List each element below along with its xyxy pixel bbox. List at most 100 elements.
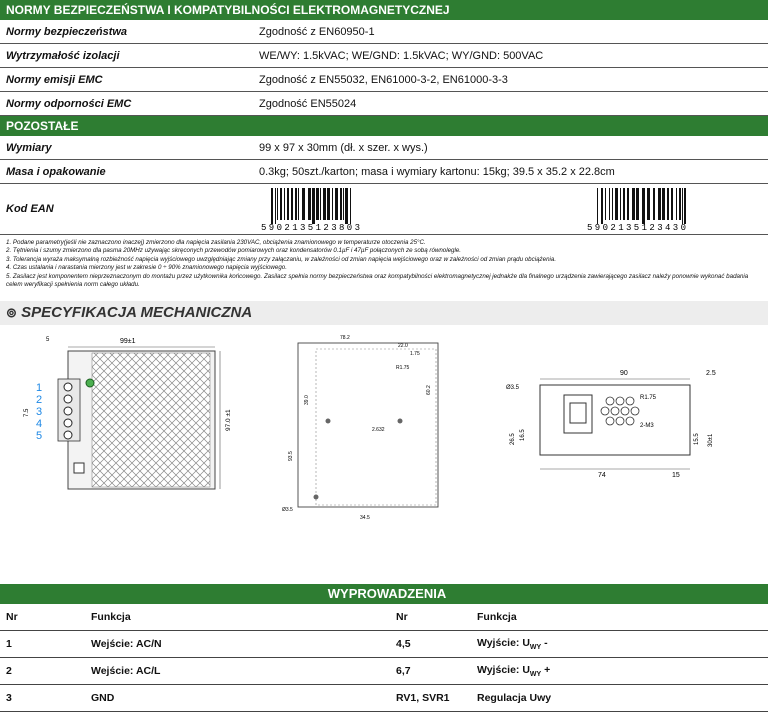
dim-b: 22.0 — [398, 343, 408, 349]
row-value: Zgodność EN55024 — [253, 91, 768, 116]
dim-k: 15 — [672, 472, 680, 479]
row-key: Normy odporności EMC — [0, 91, 253, 116]
pin-function: Regulacja Uwy — [471, 684, 768, 712]
pin-function: Wyjście: UWY - — [471, 630, 768, 658]
dim-g: 16.5 — [520, 429, 526, 441]
col-header: Funkcja — [85, 604, 390, 631]
dim-d: R1.75 — [396, 365, 410, 371]
pin-function: Wejście: AC/L — [85, 657, 390, 685]
ean-digits: 5902135123430 — [587, 223, 688, 232]
pin-nr: RV1, SVR1 — [390, 684, 471, 712]
row-value: Zgodność z EN60950-1 — [253, 20, 768, 44]
terminal-label: 3 — [36, 406, 42, 418]
terminal-label: 4 — [36, 418, 42, 430]
fn-suffix: - — [541, 636, 548, 649]
ean-digits: 5902135123803 — [261, 223, 362, 232]
dim-f: 39.0 — [304, 395, 310, 405]
pin-nr: 4,5 — [390, 630, 471, 658]
footnote: 4. Czas ustalania i narastania mierzony … — [6, 264, 287, 272]
table-row: 1 Wejście: AC/N 4,5 Wyjście: UWY - — [0, 630, 768, 658]
side-view-drawing: 90 2.5 R1.75 2-M3 Ø3.5 26.5 16.5 15.5 30… — [506, 370, 716, 479]
safety-table: Normy bezpieczeństwa Zgodność z EN60950-1… — [0, 20, 768, 116]
dim-g: 93.5 — [288, 451, 294, 461]
row-key: Normy emisji EMC — [0, 67, 253, 92]
terminal-label: 2 — [36, 394, 42, 406]
footnote: 1. Podane parametry(jeśli nie zaznaczono… — [6, 239, 426, 246]
other-table: Wymiary 99 x 97 x 30mm (dł. x szer. x wys… — [0, 136, 768, 235]
fn-sub: WY — [529, 644, 542, 652]
row-key: Wymiary — [0, 136, 253, 160]
table-row: Normy odporności EMC Zgodność EN55024 — [0, 91, 768, 116]
table-row: Normy bezpieczeństwa Zgodność z EN60950-1 — [0, 20, 768, 44]
dim-i: 30±1 — [708, 433, 714, 447]
row-key: Normy bezpieczeństwa — [0, 20, 253, 44]
ean-label: Kod EAN — [0, 183, 253, 235]
dim-h: 2.632 — [372, 427, 385, 433]
row-value: Zgodność z EN55032, EN61000-3-2, EN61000… — [253, 67, 768, 92]
table-row: 2 Wejście: AC/L 6,7 Wyjście: UWY + — [0, 657, 768, 685]
dim-c: 1.75 — [410, 351, 420, 357]
dim-e: 60.2 — [426, 385, 432, 395]
pin-function: GND — [85, 684, 390, 712]
other-section: POZOSTAŁE Wymiary 99 x 97 x 30mm (dł. x s… — [0, 116, 768, 235]
pinout-table: Nr Funkcja Nr Funkcja 1 Wejście: AC/N 4,… — [0, 604, 768, 712]
barcode-1: 5902135123803 — [261, 188, 362, 232]
pin-function: Wyjście: UWY + — [471, 657, 768, 685]
front-view-drawing: 99±1 5 1 2 3 4 5 7.5 97.0 ±1 — [24, 337, 232, 490]
gear-icon: ⊚ — [6, 305, 17, 320]
dim-height: 97.0 ±1 — [225, 409, 232, 431]
pin-nr: 3 — [0, 684, 85, 712]
dim-d: R1.75 — [640, 395, 657, 401]
dim-side: 7.5 — [24, 408, 30, 417]
footnote: 2. Tętnienia i szumy zmierzono dla pasma… — [6, 247, 462, 255]
fn-sub: WY — [529, 671, 542, 679]
dim-c: Ø3.5 — [506, 385, 520, 391]
pin-function: Wejście: AC/N — [85, 630, 390, 658]
row-value: 0.3kg; 50szt./karton; masa i wymiary kar… — [253, 159, 768, 184]
dim-width: 99±1 — [120, 338, 136, 345]
pin-nr: 6,7 — [390, 657, 471, 685]
col-header: Funkcja — [471, 604, 768, 631]
row-key: Wytrzymałość izolacji — [0, 43, 253, 68]
other-section-title: POZOSTAŁE — [0, 116, 768, 136]
pin-nr: 2 — [0, 657, 85, 685]
fn-text: Wyjście: U — [477, 663, 530, 676]
dim-j: 74 — [598, 472, 606, 479]
dim-a: 90 — [620, 370, 628, 377]
terminal-label: 5 — [36, 430, 42, 442]
table-row: Masa i opakowanie 0.3kg; 50szt./karton; m… — [0, 159, 768, 184]
pinout-section: WYPROWADZENIA Nr Funkcja Nr Funkcja 1 We… — [0, 584, 768, 712]
mech-title: SPECYFIKACJA MECHANICZNA — [21, 304, 253, 321]
row-key: Masa i opakowanie — [0, 159, 253, 184]
table-header-row: Nr Funkcja Nr Funkcja — [0, 604, 768, 631]
barcode-2: 5902135123430 — [587, 188, 688, 232]
dim-a: 78.2 — [340, 335, 350, 341]
footnote: 3. Tolerancja wyraża maksymalną rozbieżn… — [6, 255, 557, 263]
mechanical-drawings: 99±1 5 1 2 3 4 5 7.5 97.0 ±1 78.2 22.0 1… — [0, 325, 768, 533]
table-row: Wymiary 99 x 97 x 30mm (dł. x szer. x wys… — [0, 136, 768, 160]
pin-nr: 1 — [0, 630, 85, 658]
mech-header: ⊚ SPECYFIKACJA MECHANICZNA — [0, 301, 768, 325]
safety-section: NORMY BEZPIECZEŃSTWA I KOMPATYBILNOŚCI E… — [0, 0, 768, 116]
table-row: 3 GND RV1, SVR1 Regulacja Uwy — [0, 684, 768, 712]
fn-text: Wyjście: U — [477, 636, 530, 649]
dim-h: 15.5 — [694, 433, 700, 445]
dim-f: 26.5 — [510, 433, 516, 445]
table-row: Kod EAN 5902135123803 5902135123430 — [0, 183, 768, 235]
footnotes: 1. Podane parametry(jeśli nie zaznaczono… — [0, 235, 768, 301]
dim-i: 34.5 — [360, 515, 370, 521]
row-value: WE/WY: 1.5kVAC; WE/GND: 1.5kVAC; WY/GND:… — [253, 43, 768, 68]
terminal-label: 1 — [36, 382, 42, 394]
footnote: 5. Zasilacz jest komponentem nieprzeznac… — [6, 272, 749, 289]
table-row: Wytrzymałość izolacji WE/WY: 1.5kVAC; WE/… — [0, 43, 768, 68]
dim-b: 2.5 — [706, 370, 716, 377]
row-value: 99 x 97 x 30mm (dł. x szer. x wys.) — [253, 136, 768, 160]
dim-top: 5 — [46, 337, 50, 343]
pinout-title: WYPROWADZENIA — [0, 584, 768, 604]
col-header: Nr — [390, 604, 471, 631]
safety-section-title: NORMY BEZPIECZEŃSTWA I KOMPATYBILNOŚCI E… — [0, 0, 768, 20]
col-header: Nr — [0, 604, 85, 631]
ean-cell: 5902135123803 5902135123430 — [253, 183, 768, 235]
table-row: Normy emisji EMC Zgodność z EN55032, EN61… — [0, 67, 768, 92]
fn-suffix: + — [541, 663, 551, 676]
